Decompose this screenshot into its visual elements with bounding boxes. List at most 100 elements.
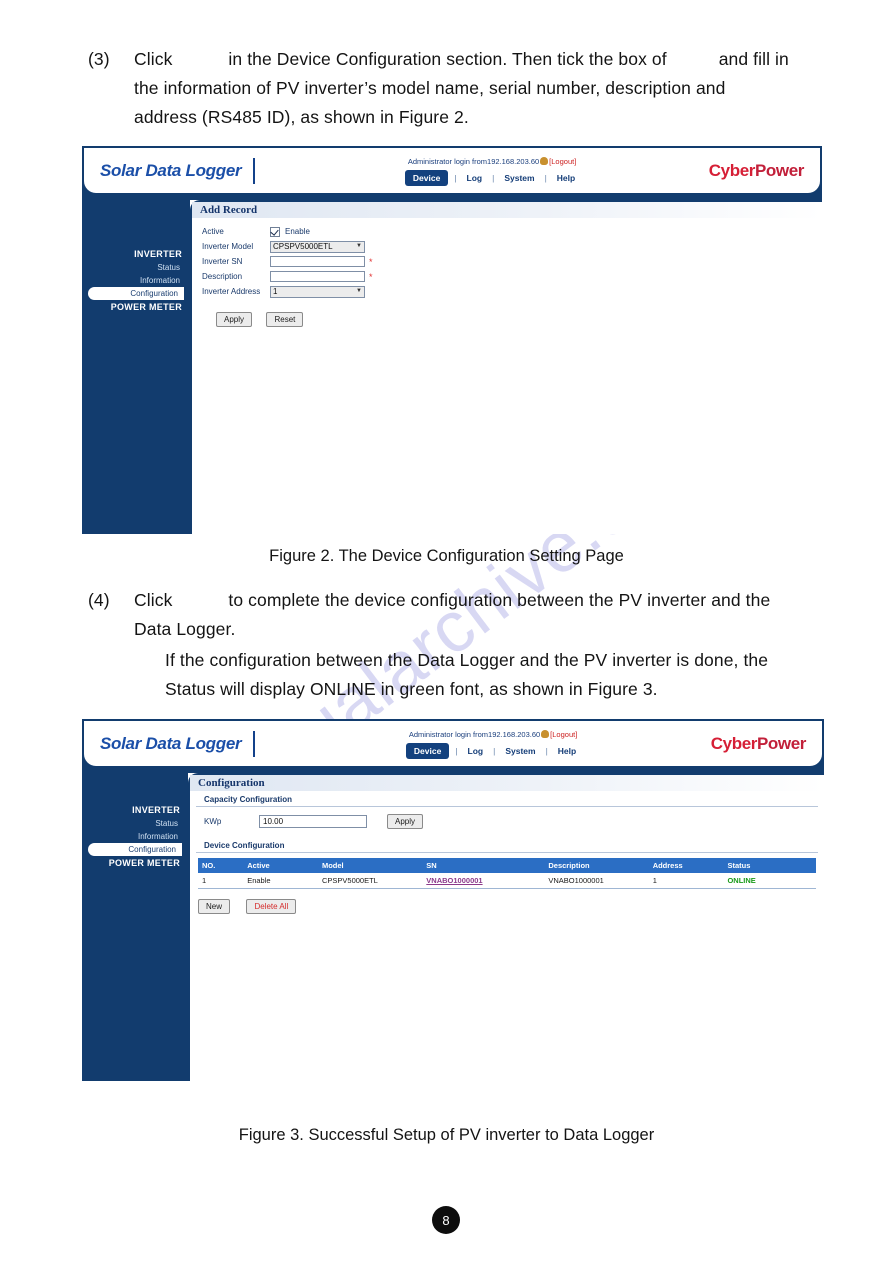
step-4-note-line1: If the configuration between the Data Lo… <box>165 650 769 670</box>
kwp-input[interactable]: 10.00 <box>259 815 367 828</box>
cell-address: 1 <box>648 873 724 889</box>
label-active: Active <box>202 227 224 236</box>
nav-item-device[interactable]: Device <box>405 742 450 759</box>
cell-no: 1 <box>198 873 244 889</box>
device-configuration-section-label: Device Configuration <box>196 837 818 853</box>
apply-button[interactable]: Apply <box>216 312 253 327</box>
sidebar-item-information[interactable]: Information <box>82 830 182 843</box>
figure-3-screenshot: Solar Data Logger Administrator login fr… <box>82 719 824 1081</box>
chevron-down-icon: ▼ <box>356 288 362 294</box>
figure-3-content-pane: Configuration Capacity Configuration KWp… <box>188 773 824 1081</box>
app-brand-title: Solar Data Logger <box>100 733 242 753</box>
device-configuration-table: NO. Active Model SN Description Address … <box>198 858 816 889</box>
inverter-sn-input[interactable] <box>270 256 365 267</box>
login-prefix: Administrator login from <box>407 156 488 166</box>
nav-item-system[interactable]: System <box>500 171 538 185</box>
step-4-number: (4) <box>88 590 110 610</box>
logo-power-text: Power <box>754 160 804 180</box>
table-row: 1 Enable CPSPV5000ETL VNABO1000001 VNABO… <box>198 873 816 889</box>
step-3-number: (3) <box>88 49 110 69</box>
logout-link[interactable]: [Logout] <box>549 157 576 166</box>
sidebar-item-information[interactable]: Information <box>82 274 184 287</box>
nav-item-log[interactable]: Log <box>464 744 488 758</box>
login-ip: 192.168.203.60 <box>487 156 540 166</box>
login-status-line: Administrator login from192.168.203.60 [L… <box>408 156 576 167</box>
cell-sn: VNABO1000001 <box>422 873 545 889</box>
user-icon <box>540 156 549 165</box>
reset-button[interactable]: Reset <box>266 312 304 327</box>
label-description: Description <box>202 272 243 281</box>
sidebar-header-inverter: INVERTER <box>132 805 180 815</box>
figure-2-app-header: Solar Data Logger Administrator login fr… <box>82 146 822 195</box>
capacity-apply-button[interactable]: Apply <box>387 814 424 829</box>
sidebar-item-configuration[interactable]: Configuration <box>88 843 182 856</box>
label-inverter-model: Inverter Model <box>202 242 254 251</box>
step-3-line2: the information of PV inverter’s model n… <box>134 78 726 98</box>
figure-2-form-actions: Apply Reset <box>192 299 822 327</box>
required-asterisk-description: * <box>369 271 373 282</box>
logo-cyber-text: Cyber <box>708 160 756 180</box>
sidebar-item-status[interactable]: Status <box>82 817 182 830</box>
step-4-body: Click to complete the device configuratio… <box>134 586 868 644</box>
cell-model: CPSPV5000ETL <box>317 873 423 889</box>
form-row-inverter-address: Inverter Address 1 ▼ <box>192 284 822 299</box>
sidebar-header-power-meter: POWER METER <box>108 858 180 868</box>
logo-power-text: Power <box>756 733 806 753</box>
step-4-line2: Data Logger. <box>134 619 236 639</box>
inverter-model-select[interactable]: CPSPV5000ETL ▼ <box>270 240 365 253</box>
step-3-body: Click in the Device Configuration section… <box>134 45 858 132</box>
figure-3-header-center: Administrator login from192.168.203.60 [L… <box>255 729 710 759</box>
nav-item-help[interactable]: Help <box>554 744 580 758</box>
nav-item-system[interactable]: System <box>501 744 539 758</box>
label-inverter-address: Inverter Address <box>202 287 261 296</box>
th-status: Status <box>723 858 816 873</box>
sidebar-item-configuration[interactable]: Configuration <box>88 287 184 300</box>
cyberpower-logo: CyberPower <box>711 733 807 754</box>
nav-item-help[interactable]: Help <box>553 171 579 185</box>
th-description: Description <box>544 858 649 873</box>
step-4-note-line2: Status will display ONLINE in green font… <box>165 679 658 699</box>
step-4-paragraph: (4) Click to complete the device configur… <box>88 586 868 644</box>
figure-2-main-nav: Device | Log | System | Help <box>404 169 579 186</box>
logout-link[interactable]: [Logout] <box>550 730 577 739</box>
step-3-line1-c: and fill in <box>718 49 789 69</box>
step-3-line1-b: in the Device Configuration section. The… <box>228 49 667 69</box>
th-no: NO. <box>198 858 244 873</box>
configuration-panel-title: Configuration <box>190 775 824 791</box>
step-4-note: If the configuration between the Data Lo… <box>165 646 865 704</box>
label-kwp: KWp <box>204 817 222 826</box>
nav-item-log[interactable]: Log <box>463 171 487 185</box>
nav-separator: | <box>454 172 457 183</box>
step-3-paragraph: (3) Click in the Device Configuration sec… <box>88 45 858 132</box>
device-configuration-actions: New Delete All <box>198 889 816 914</box>
sidebar-item-status[interactable]: Status <box>82 261 184 274</box>
active-enable-checkbox[interactable] <box>270 226 280 237</box>
form-row-active: Active Enable <box>192 224 822 239</box>
sidebar-header-inverter: INVERTER <box>134 249 182 259</box>
figure-3-main-nav: Device | Log | System | Help <box>405 742 580 759</box>
description-input[interactable] <box>270 271 365 282</box>
th-model: Model <box>317 858 423 873</box>
step-3-line1-a: Click <box>134 49 173 69</box>
sn-link[interactable]: VNABO1000001 <box>426 876 482 885</box>
step-4-line1-a: Click <box>134 590 173 610</box>
inverter-address-select[interactable]: 1 ▼ <box>270 285 365 298</box>
delete-all-button[interactable]: Delete All <box>246 899 297 914</box>
nav-item-device[interactable]: Device <box>404 169 449 186</box>
new-button[interactable]: New <box>198 899 231 914</box>
nav-separator: | <box>493 745 496 756</box>
capacity-configuration-row: KWp 10.00 Apply <box>190 807 824 837</box>
sidebar-header-power-meter: POWER METER <box>110 302 182 312</box>
login-status-line: Administrator login from192.168.203.60 [L… <box>409 729 577 740</box>
th-sn: SN <box>422 858 545 873</box>
app-brand-title: Solar Data Logger <box>100 160 242 180</box>
form-row-description: Description * <box>192 269 822 284</box>
th-active: Active <box>243 858 318 873</box>
chevron-down-icon: ▼ <box>356 243 362 249</box>
cell-status: ONLINE <box>723 873 816 889</box>
step-4-line1-b: to complete the device configuration bet… <box>228 590 771 610</box>
capacity-configuration-section-label: Capacity Configuration <box>196 791 818 807</box>
step-3-line3: address (RS485 ID), as shown in Figure 2… <box>134 107 469 127</box>
cell-active: Enable <box>243 873 318 889</box>
form-row-inverter-model: Inverter Model CPSPV5000ETL ▼ <box>192 239 822 254</box>
